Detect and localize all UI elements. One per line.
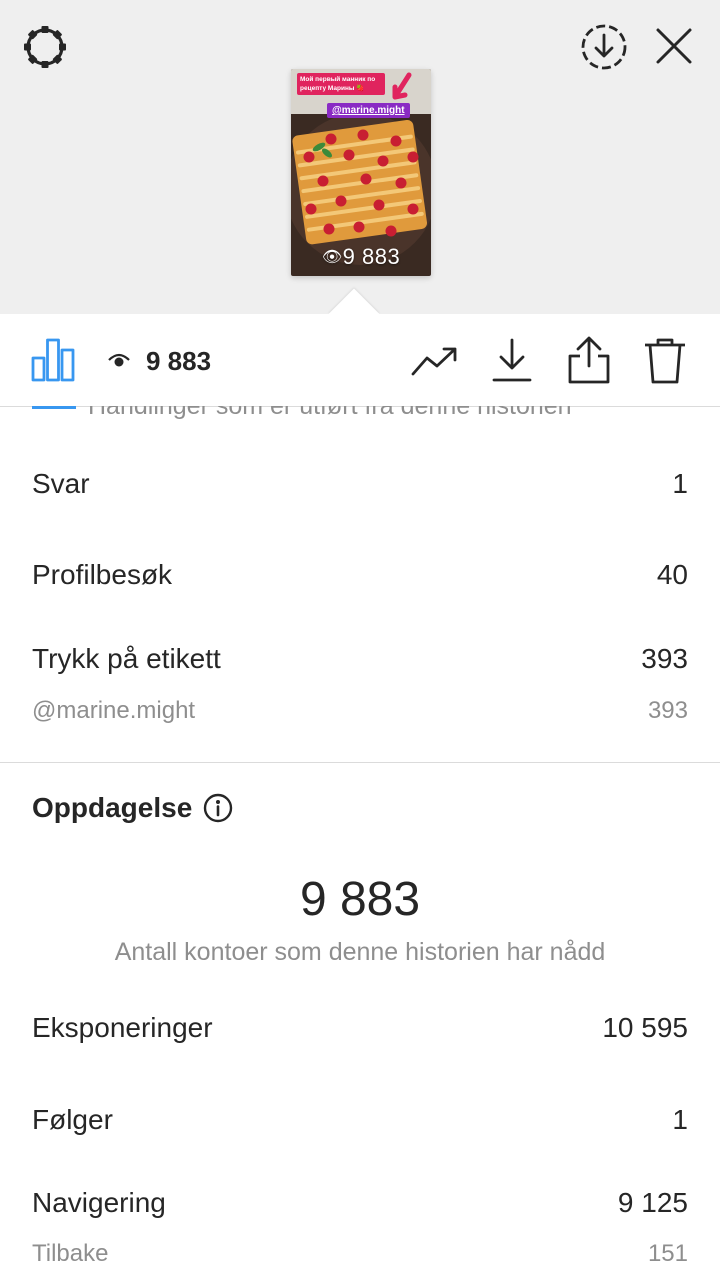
stat-row-sticker-taps: Trykk på etikett 393: [32, 643, 688, 675]
views-count: 9 883: [146, 346, 212, 376]
reach-caption: Antall kontoer som denne historien har n…: [114, 938, 606, 966]
story-view-count: 👁9 883: [291, 244, 431, 270]
section-divider: [0, 762, 720, 763]
share-icon[interactable]: [566, 334, 612, 386]
info-icon[interactable]: [202, 792, 234, 824]
stat-row-replies: Svar 1: [32, 468, 688, 500]
download-circle-icon[interactable]: [578, 21, 630, 73]
stat-label: Profilbesøk: [32, 559, 173, 590]
story-view-count-value: 9 883: [342, 244, 401, 269]
stat-subrow-mention[interactable]: @marine.might 393: [32, 697, 688, 725]
trash-icon[interactable]: [642, 336, 688, 386]
story-mention-sticker: @marine.might: [327, 103, 410, 118]
insights-toolbar: 9 883: [0, 314, 720, 407]
stat-value: 40: [656, 559, 688, 590]
stat-value: 1: [672, 1104, 688, 1135]
section-tab-indicator: [32, 406, 76, 409]
stat-value: 10 595: [602, 1012, 688, 1043]
stat-row-follows: Følger 1: [32, 1104, 688, 1136]
stat-row-impressions: Eksponeringer 10 595: [32, 1012, 688, 1044]
interactions-section-header: Handlinger som er utført fra denne histo…: [0, 406, 720, 426]
stat-subrow-back: Tilbake 151: [32, 1240, 688, 1268]
stat-sublabel: @marine.might: [32, 697, 196, 724]
story-thumbnail[interactable]: Мой первый манник по рецепту Марины 🍓 @m…: [291, 69, 431, 276]
reach-value: 9 883: [299, 873, 421, 926]
stat-label: Trykk på etikett: [32, 643, 221, 674]
stat-value: 9 125: [617, 1187, 688, 1218]
stat-row-profile-visits: Profilbesøk 40: [32, 559, 688, 591]
eye-icon: 👁: [321, 249, 343, 266]
section-title: Oppdagelse: [32, 792, 193, 823]
stat-subvalue: 393: [647, 697, 688, 724]
trending-up-icon[interactable]: [410, 344, 460, 378]
interactions-subtitle: Handlinger som er utført fra denne histo…: [88, 406, 572, 420]
stat-label: Svar: [32, 468, 90, 499]
discovery-section-header: Oppdagelse: [32, 790, 234, 826]
story-caption-sticker: Мой первый манник по рецепту Марины 🍓: [297, 73, 385, 95]
download-icon[interactable]: [490, 336, 534, 384]
gear-icon[interactable]: [20, 22, 70, 72]
stat-label: Navigering: [32, 1187, 166, 1218]
story-preview-area: Мой первый манник по рецепту Марины 🍓 @m…: [0, 0, 720, 314]
stat-label: Følger: [32, 1104, 113, 1135]
stat-value: 1: [672, 468, 688, 499]
stat-row-navigation: Navigering 9 125: [32, 1187, 688, 1219]
stat-value: 393: [641, 643, 688, 674]
close-icon[interactable]: [654, 26, 694, 66]
stat-sublabel: Tilbake: [32, 1240, 109, 1267]
stat-label: Eksponeringer: [32, 1012, 213, 1043]
bar-chart-icon[interactable]: [30, 336, 76, 382]
stat-subvalue: 151: [647, 1240, 688, 1267]
eye-icon: [108, 353, 130, 367]
